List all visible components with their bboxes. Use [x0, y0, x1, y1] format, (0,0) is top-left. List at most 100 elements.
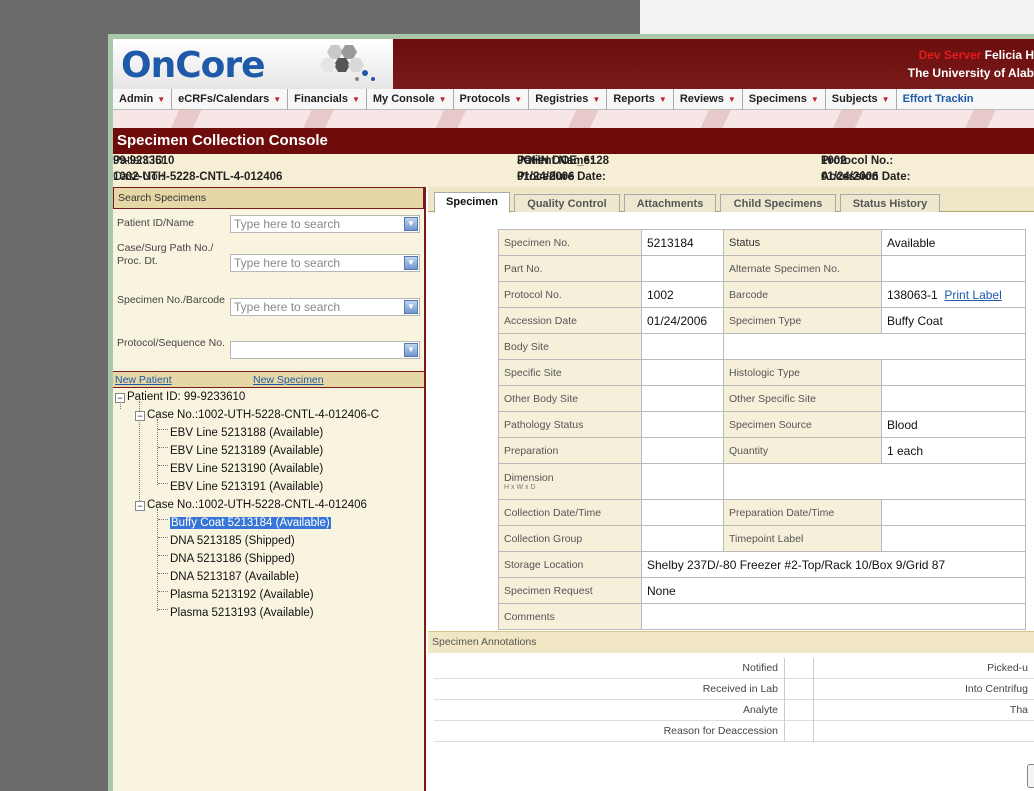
search-panel: Search Specimens Patient ID/Name Type he…: [113, 187, 426, 791]
dropdown-arrow-icon: ▼: [810, 95, 819, 104]
specimen-type-value: Buffy Coat: [881, 307, 1026, 334]
new-specimen-link[interactable]: New Specimen: [253, 374, 324, 386]
collapse-icon[interactable]: −: [135, 411, 145, 421]
nav-effort-tracking[interactable]: Effort Trackin: [897, 89, 980, 110]
accession-date-value: 01/24/2006: [641, 307, 724, 334]
other-body-site-value: [641, 385, 724, 412]
annotation-label: Picked-u: [987, 662, 1028, 674]
annotation-row: Received in Lab Into Centrifug: [434, 679, 1034, 700]
field-label: Status: [723, 229, 882, 256]
part-no-value: [641, 255, 724, 282]
nav-reviews[interactable]: Reviews ▼: [674, 89, 743, 110]
alt-specimen-value: [881, 255, 1026, 282]
nav-admin[interactable]: Admin ▼: [113, 89, 173, 110]
nav-financials[interactable]: Financials ▼: [288, 89, 367, 110]
tab-quality-control[interactable]: Quality Control: [514, 194, 620, 212]
protocol-search-input[interactable]: [230, 341, 420, 359]
nav-reports[interactable]: Reports ▼: [607, 89, 674, 110]
dropdown-arrow-icon: ▼: [351, 95, 360, 104]
dropdown-arrow-icon[interactable]: ▼: [404, 300, 418, 314]
field-label: Specimen Request: [498, 577, 642, 604]
collection-group-value: [641, 525, 724, 552]
dropdown-arrow-icon[interactable]: ▼: [404, 217, 418, 231]
annotation-label: Reason for Deaccession: [663, 725, 778, 737]
tree-specimen-item[interactable]: EBV Line 5213189 (Available): [170, 445, 323, 457]
field-label: Timepoint Label: [723, 525, 882, 552]
specimen-tree: − Patient ID: 99-9233610 − Case No.:1002-U…: [113, 389, 424, 791]
print-label-link[interactable]: Print Label: [944, 288, 1001, 302]
organization-name: The University of Alab: [907, 66, 1034, 80]
annotation-label: Notified: [742, 662, 778, 674]
specimen-search-input[interactable]: Type here to search: [230, 298, 420, 316]
app-content: OnCore Dev Server Felicia H The Universi…: [113, 39, 1034, 791]
tree-specimen-item[interactable]: DNA 5213186 (Shipped): [170, 553, 295, 565]
nav-specimens[interactable]: Specimens ▼: [743, 89, 826, 110]
search-label: Specimen No./Barcode: [117, 294, 225, 306]
search-label: Patient ID/Name: [117, 217, 195, 229]
field-label: Preparation Date/Time: [723, 499, 882, 526]
tab-child-specimens[interactable]: Child Specimens: [720, 194, 836, 212]
field-label: Barcode: [723, 281, 882, 308]
dropdown-arrow-icon: ▼: [438, 95, 447, 104]
dimension-value: [641, 463, 724, 500]
page-title: Specimen Collection Console: [113, 128, 1034, 154]
dropdown-arrow-icon[interactable]: ▼: [404, 256, 418, 270]
case-search-input[interactable]: Type here to search: [230, 254, 420, 272]
field-label: Comments: [498, 603, 642, 630]
patient-search-input[interactable]: Type here to search: [230, 215, 420, 233]
specimen-detail-table: Specimen No. 5213184 Status Available Pa…: [498, 229, 1026, 630]
search-row-specimen: Specimen No./Barcode Type here to search…: [117, 294, 420, 324]
tree-case-node[interactable]: − Case No.:1002-UTH-5228-CNTL-4-012406: [135, 499, 367, 511]
specimen-source-value: Blood: [881, 411, 1026, 438]
search-row-case: Case/Surg Path No./ Proc. Dt. Type here …: [117, 242, 420, 282]
patient-info-bar: Patient ID: 99-9233610 Case No.: 1002-UT…: [113, 154, 1034, 187]
nav-ecrfs[interactable]: eCRFs/Calendars ▼: [172, 89, 289, 110]
tree-specimen-item[interactable]: EBV Line 5213191 (Available): [170, 481, 323, 493]
tab-attachments[interactable]: Attachments: [624, 194, 716, 212]
tree-specimen-item[interactable]: DNA 5213187 (Available): [170, 571, 299, 583]
field-label: Part No.: [498, 255, 642, 282]
pathology-status-value: [641, 411, 724, 438]
field-label: Body Site: [498, 333, 642, 360]
tree-specimen-item[interactable]: EBV Line 5213188 (Available): [170, 427, 323, 439]
empty-cell: [723, 463, 1026, 500]
search-specimens-header: Search Specimens: [113, 187, 424, 209]
tree-patient-node[interactable]: − Patient ID: 99-9233610: [115, 391, 245, 403]
collapse-icon[interactable]: −: [115, 393, 125, 403]
tree-specimen-item-selected[interactable]: Buffy Coat 5213184 (Available): [170, 517, 331, 529]
nav-protocols[interactable]: Protocols ▼: [454, 89, 530, 110]
dropdown-arrow-icon: ▼: [273, 95, 282, 104]
new-links-bar: New Patient New Specimen: [113, 371, 424, 388]
annotation-label: Received in Lab: [702, 683, 778, 695]
dropdown-arrow-icon[interactable]: ▼: [404, 343, 418, 357]
tab-specimen[interactable]: Specimen: [434, 192, 510, 213]
tree-specimen-item[interactable]: Plasma 5213192 (Available): [170, 589, 314, 601]
nav-subjects[interactable]: Subjects ▼: [826, 89, 897, 110]
annotation-label: Tha: [1009, 704, 1028, 716]
histologic-type-value: [881, 359, 1026, 386]
dropdown-arrow-icon: ▼: [658, 95, 667, 104]
user-name: Felicia H: [984, 48, 1034, 62]
field-label: Specimen No.: [498, 229, 642, 256]
annotation-label: Into Centrifug: [964, 683, 1028, 695]
tree-case-node[interactable]: − Case No.:1002-UTH-5228-CNTL-4-012406-C: [135, 409, 379, 421]
nav-registries[interactable]: Registries ▼: [529, 89, 608, 110]
oncore-logo: OnCore: [121, 45, 266, 86]
field-label: Quantity: [723, 437, 882, 464]
tree-specimen-item[interactable]: DNA 5213185 (Shipped): [170, 535, 295, 547]
annotation-label: Analyte: [742, 704, 778, 716]
field-label: Accession Date: [498, 307, 642, 334]
prep-dt-value: [881, 499, 1026, 526]
collapse-icon[interactable]: −: [135, 501, 145, 511]
annotation-row: Analyte Tha: [434, 700, 1034, 721]
nav-my-console[interactable]: My Console ▼: [367, 89, 454, 110]
action-button[interactable]: [1027, 764, 1034, 788]
collection-dt-value: [641, 499, 724, 526]
search-label: Case/Surg Path No./ Proc. Dt.: [117, 242, 214, 267]
tree-specimen-item[interactable]: Plasma 5213193 (Available): [170, 607, 314, 619]
tab-status-history[interactable]: Status History: [840, 194, 940, 212]
field-label: Collection Group: [498, 525, 642, 552]
tree-specimen-item[interactable]: EBV Line 5213190 (Available): [170, 463, 323, 475]
new-patient-link[interactable]: New Patient: [115, 374, 172, 386]
dropdown-arrow-icon: ▼: [881, 95, 890, 104]
